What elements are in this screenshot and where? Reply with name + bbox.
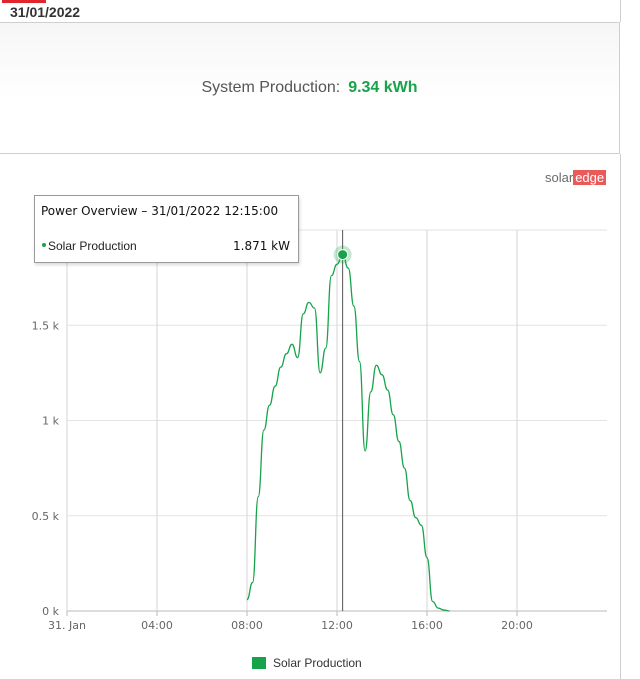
highlight-point — [337, 249, 349, 261]
system-production-label: System Production: — [201, 79, 341, 96]
x-tick-label: 31. Jan — [48, 619, 86, 632]
y-tick-label: 1.5 k — [32, 319, 60, 332]
tooltip-series-dot — [42, 243, 46, 247]
y-tick-label: 0 k — [42, 605, 59, 618]
summary-line: System Production: 9.34 kWh — [0, 79, 619, 97]
active-tab-indicator — [2, 0, 46, 3]
y-tick-label: 0.5 k — [32, 510, 60, 523]
tooltip-series-value: 1.871 kW — [233, 239, 290, 253]
date-label: 31/01/2022 — [10, 4, 81, 20]
legend-swatch[interactable] — [252, 657, 266, 669]
x-tick-label: 12:00 — [321, 619, 353, 632]
y-tick-label: 1 k — [42, 415, 59, 428]
tooltip-title: Power Overview – 31/01/2022 12:15:00 — [41, 204, 279, 218]
series-line-solar-production — [246, 253, 450, 612]
system-production-value: 9.34 kWh — [348, 79, 418, 96]
x-tick-label: 04:00 — [141, 619, 173, 632]
panel-border — [620, 154, 621, 679]
x-tick-label: 08:00 — [231, 619, 263, 632]
chart-tooltip: Power Overview – 31/01/2022 12:15:00 Sol… — [34, 195, 299, 263]
legend-label[interactable]: Solar Production — [273, 656, 362, 670]
tooltip-series-name: Solar Production — [48, 239, 137, 253]
x-tick-label: 20:00 — [501, 619, 533, 632]
date-header: 31/01/2022 — [0, 0, 621, 22]
production-summary: System Production: 9.34 kWh — [0, 22, 620, 154]
x-tick-label: 16:00 — [411, 619, 443, 632]
